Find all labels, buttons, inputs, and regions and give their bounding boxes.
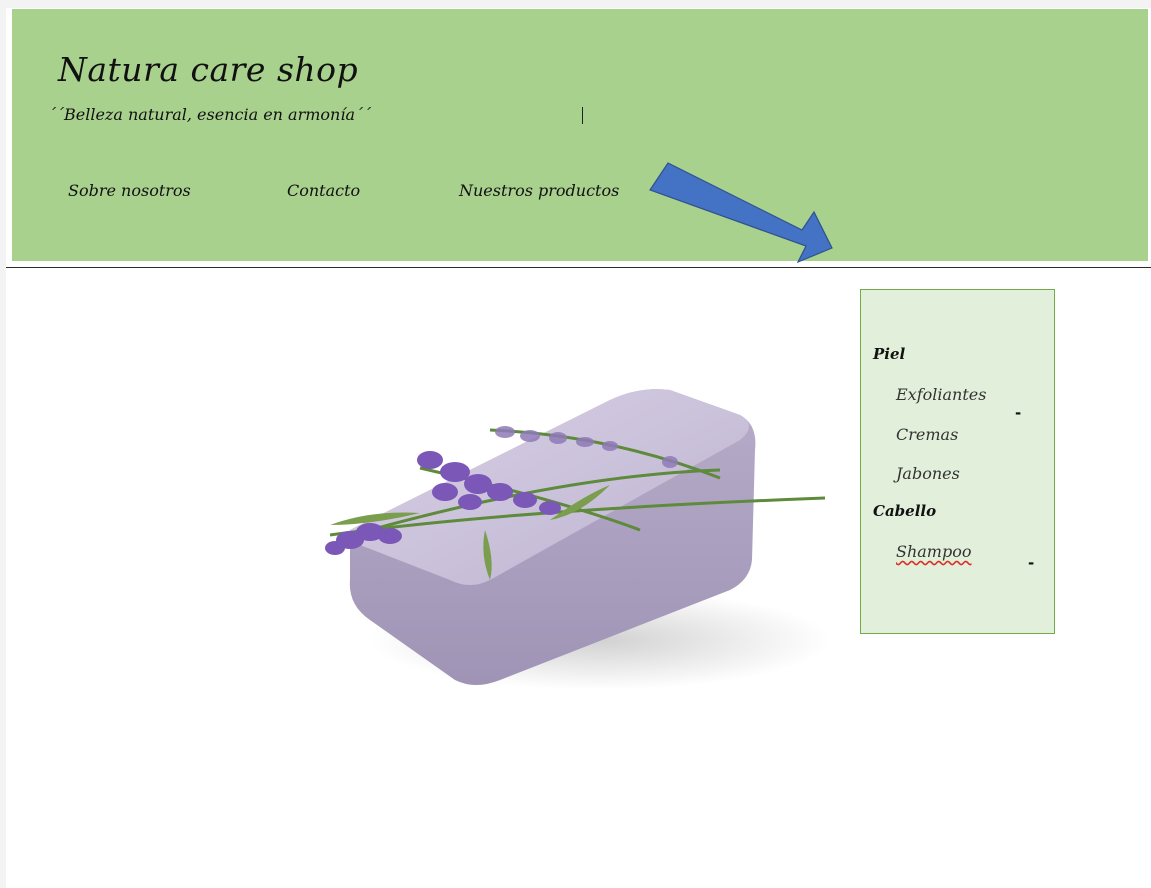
dash-mark: - [1028, 554, 1035, 572]
header-divider [6, 267, 1151, 268]
text-cursor [582, 107, 583, 124]
menu-item-cremas[interactable]: Cremas [896, 425, 958, 444]
product-category-menu: Piel Exfoliantes Cremas Jabones Cabello … [860, 289, 1055, 634]
site-header [12, 9, 1148, 261]
arrow-down-right-icon [649, 162, 833, 264]
document-canvas: Natura care shop ´´Belleza natural, esen… [0, 0, 1151, 888]
menu-heading-cabello: Cabello [873, 502, 937, 520]
menu-item-shampoo[interactable]: Shampoo [896, 542, 971, 561]
menu-item-jabones[interactable]: Jabones [896, 464, 960, 483]
dash-mark: - [1015, 404, 1022, 422]
shop-title: Natura care shop [58, 50, 359, 89]
nav-link-products[interactable]: Nuestros productos [459, 181, 619, 200]
nav-link-contact[interactable]: Contacto [287, 181, 360, 200]
menu-heading-piel: Piel [873, 345, 906, 363]
nav-link-about[interactable]: Sobre nosotros [68, 181, 191, 200]
shop-slogan: ´´Belleza natural, esencia en armonía´´ [48, 105, 372, 124]
menu-item-exfoliantes[interactable]: Exfoliantes [896, 385, 986, 404]
lavender-soap-image [325, 389, 830, 690]
